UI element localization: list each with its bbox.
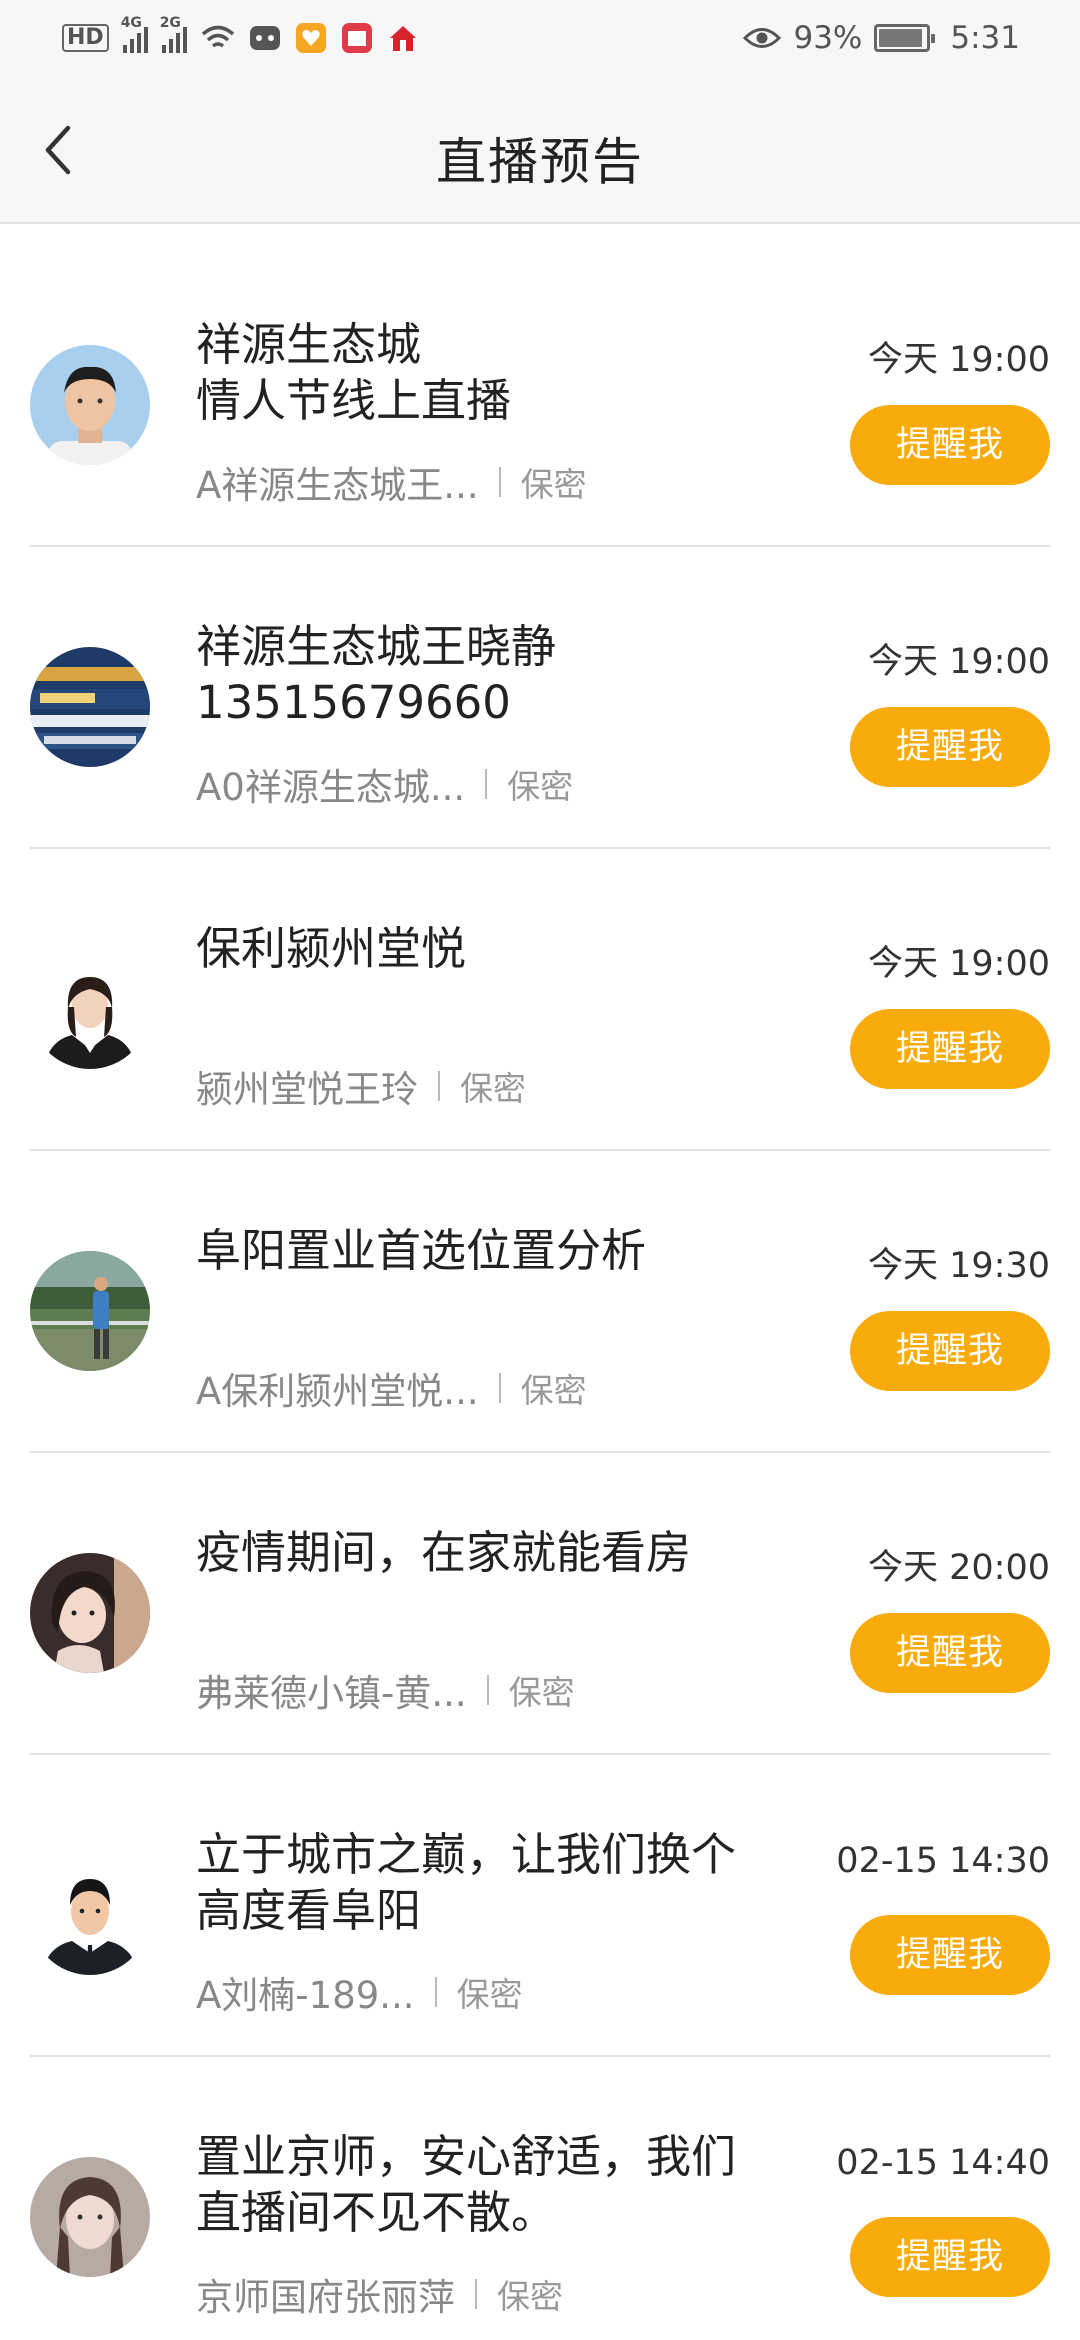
list-item[interactable]: 阜阳置业首选位置分析 A保利颍州堂悦... 保密 今天 19:30 提醒我 (0, 1151, 1080, 1453)
live-title: 置业京师，安心舒适，我们 直播间不见不散。 (196, 2129, 796, 2241)
privacy-label: 保密 (508, 1673, 575, 1712)
meta-row: 弗莱德小镇-黄... 保密 (196, 1663, 575, 1717)
live-time: 今天 19:30 (868, 1246, 1050, 1286)
live-title: 保利颍州堂悦 (196, 922, 467, 975)
separator (498, 1373, 501, 1403)
list-item[interactable]: 立于城市之巅，让我们换个 高度看阜阳 A刘楠-189... 保密 02-15 1… (0, 1755, 1080, 2057)
calendar-app-icon (341, 23, 372, 53)
remind-me-button[interactable]: 提醒我 (850, 1613, 1050, 1693)
list-item[interactable]: 置业京师，安心舒适，我们 直播间不见不散。 京师国府张丽萍 保密 02-15 1… (0, 2057, 1080, 2340)
meta-row: A刘楠-189... 保密 (196, 1965, 523, 2019)
page-title: 直播预告 (436, 133, 644, 191)
remind-me-button[interactable]: 提醒我 (850, 1311, 1050, 1391)
privacy-label: 保密 (497, 2277, 563, 2316)
header: 直播预告 (0, 78, 1080, 224)
battery-percent: 93% (793, 20, 863, 56)
separator (475, 2279, 477, 2309)
clock: 5:31 (950, 20, 1020, 56)
remind-me-button[interactable]: 提醒我 (850, 707, 1050, 787)
list-item[interactable]: 保利颍州堂悦 颍州堂悦王玲 保密 今天 19:00 提醒我 (0, 849, 1080, 1151)
status-left: HD 4G 2G (62, 15, 419, 58)
live-title: 祥源生态城王晓静 13515679660 (196, 619, 796, 731)
privacy-label: 保密 (456, 1975, 523, 2014)
separator (498, 467, 501, 497)
meta-row: A祥源生态城王... 保密 (196, 455, 587, 509)
remind-me-button[interactable]: 提醒我 (850, 405, 1050, 485)
remind-me-button[interactable]: 提醒我 (850, 1915, 1050, 1995)
author: A保利颍州堂悦... (196, 1370, 479, 1413)
network-label-2: 2G (159, 15, 181, 31)
author: 弗莱德小镇-黄... (196, 1672, 467, 1715)
separator (434, 1977, 437, 2007)
title-line-1: 置业京师，安心舒适，我们 (196, 2130, 737, 2183)
author: 颍州堂悦王玲 (196, 1068, 418, 1111)
live-time: 02-15 14:30 (836, 1841, 1050, 1881)
avatar (30, 949, 150, 1069)
avatar (30, 1855, 150, 1975)
heart-app-icon (295, 23, 326, 53)
live-title: 疫情期间，在家就能看房 (196, 1526, 692, 1579)
battery-icon (874, 24, 936, 52)
live-title: 立于城市之巅，让我们换个 高度看阜阳 (196, 1827, 796, 1939)
author: A祥源生态城王... (196, 464, 479, 507)
privacy-label: 保密 (460, 1069, 526, 1108)
author: A0祥源生态城... (196, 766, 466, 809)
avatar (30, 2157, 150, 2277)
privacy-label: 保密 (520, 465, 587, 504)
privacy-label: 保密 (520, 1371, 587, 1410)
live-time: 今天 19:00 (868, 340, 1050, 380)
privacy-label: 保密 (507, 767, 574, 806)
signal-icon: 4G (121, 15, 148, 53)
remind-me-button[interactable]: 提醒我 (850, 1009, 1050, 1089)
list-item[interactable]: 祥源生态城 情人节线上直播 A祥源生态城王... 保密 今天 19:00 提醒我 (0, 245, 1080, 547)
remind-me-button[interactable]: 提醒我 (850, 2217, 1050, 2297)
network-label: 4G (120, 15, 142, 31)
separator (485, 769, 488, 799)
live-title: 阜阳置业首选位置分析 (196, 1224, 647, 1277)
meta-row: 颍州堂悦王玲 保密 (196, 1059, 526, 1113)
eye-icon (743, 28, 782, 48)
separator (486, 1675, 489, 1705)
meta-row: A0祥源生态城... 保密 (196, 757, 573, 811)
status-bar: HD 4G 2G 93% 5:31 (0, 0, 1080, 78)
live-time: 02-15 14:40 (836, 2143, 1050, 2183)
title-line-2: 情人节线上直播 (196, 374, 512, 427)
live-time: 今天 20:00 (868, 1548, 1050, 1588)
avatar (30, 647, 150, 767)
author: A刘楠-189... (196, 1974, 415, 2017)
avatar (30, 1553, 150, 1673)
live-title: 祥源生态城 情人节线上直播 (196, 317, 796, 429)
title-line-2: 高度看阜阳 (196, 1884, 422, 1937)
title-line-1: 祥源生态城王晓静 (196, 620, 557, 673)
battery-fill (879, 29, 923, 47)
avatar (30, 345, 150, 465)
list-item[interactable]: 祥源生态城王晓静 13515679660 A0祥源生态城... 保密 今天 19… (0, 547, 1080, 849)
title-line-2: 13515679660 (196, 676, 511, 729)
title-line-2: 直播间不见不散。 (196, 2186, 557, 2239)
game-icon (249, 26, 280, 50)
live-time: 今天 19:00 (868, 944, 1050, 984)
hd-badge: HD (62, 24, 109, 52)
home-app-icon (389, 26, 416, 51)
meta-row: 京师国府张丽萍 保密 (196, 2267, 563, 2321)
title-line-1: 祥源生态城 (196, 318, 422, 371)
live-preview-list: 祥源生态城 情人节线上直播 A祥源生态城王... 保密 今天 19:00 提醒我 (0, 245, 1080, 2340)
avatar (30, 1251, 150, 1371)
live-time: 今天 19:00 (868, 642, 1050, 682)
status-right: 93% 5:31 (743, 18, 1020, 58)
list-item[interactable]: 疫情期间，在家就能看房 弗莱德小镇-黄... 保密 今天 20:00 提醒我 (0, 1453, 1080, 1755)
separator (438, 1071, 440, 1101)
signal-icon-2: 2G (160, 15, 187, 53)
author: 京师国府张丽萍 (196, 2276, 455, 2319)
title-line-1: 立于城市之巅，让我们换个 (196, 1828, 737, 1881)
meta-row: A保利颍州堂悦... 保密 (196, 1361, 587, 1415)
wifi-icon (201, 25, 234, 48)
